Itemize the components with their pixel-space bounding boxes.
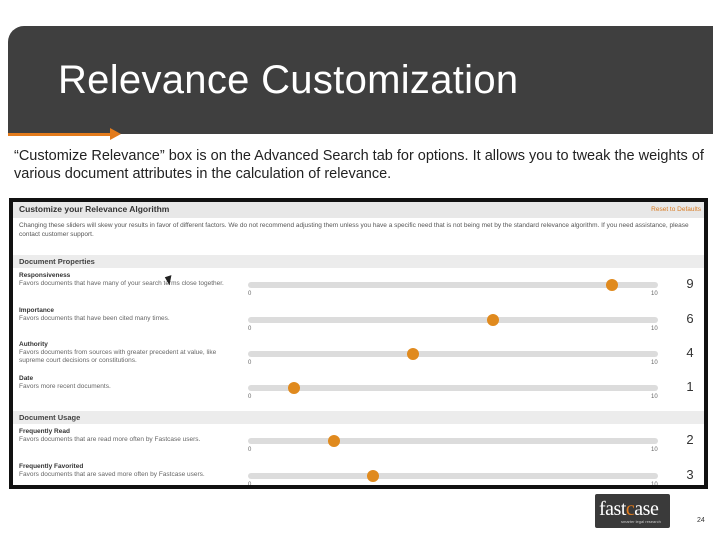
- slider-min-label: 0: [248, 394, 252, 400]
- slider-value: 2: [686, 432, 694, 447]
- slider-description: Favors documents that have been cited ma…: [19, 315, 170, 322]
- slider-label: Authority: [19, 341, 48, 348]
- slider-description: Favors documents that are read more ofte…: [19, 436, 201, 443]
- slider-handle[interactable]: [606, 279, 619, 291]
- section-header: Document Usage: [13, 411, 704, 424]
- slider-handle[interactable]: [407, 348, 420, 360]
- slider-description: Favors more recent documents.: [19, 383, 111, 390]
- slider-description: Favors documents that have many of your …: [19, 280, 224, 287]
- slider-max-label: 10: [651, 447, 658, 453]
- relevance-panel: Customize your Relevance Algorithm Reset…: [13, 202, 704, 485]
- logo-wordmark: fastcase: [599, 498, 659, 520]
- slider-min-label: 0: [248, 482, 252, 485]
- slider-track[interactable]: [248, 351, 658, 357]
- logo-tagline: smarter legal research: [621, 519, 661, 524]
- reset-link[interactable]: Reset to Defaults: [651, 206, 701, 213]
- slider-label: Responsiveness: [19, 272, 71, 279]
- slider-description: Favors documents from sources with great…: [19, 349, 217, 364]
- slider-max-label: 10: [651, 394, 658, 400]
- slider-description: Favors documents that are saved more oft…: [19, 471, 205, 478]
- section-header: Document Properties: [13, 255, 704, 268]
- slider-label: Frequently Read: [19, 428, 70, 435]
- panel-header: Customize your Relevance Algorithm Reset…: [13, 202, 704, 218]
- slider-max-label: 10: [651, 291, 658, 297]
- slider-label: Importance: [19, 307, 55, 314]
- slider-label: Frequently Favorited: [19, 463, 84, 470]
- section-title: Document Properties: [19, 257, 95, 266]
- slider-value: 1: [686, 379, 694, 394]
- slider-value: 3: [686, 467, 694, 482]
- panel-title: Customize your Relevance Algorithm: [19, 204, 170, 214]
- title-underline: [8, 133, 114, 136]
- slider-min-label: 0: [248, 447, 252, 453]
- slider-handle[interactable]: [367, 470, 380, 482]
- slider-track[interactable]: [248, 317, 658, 323]
- slider-value: 9: [686, 276, 694, 291]
- slider-handle[interactable]: [486, 314, 499, 326]
- slider-min-label: 0: [248, 360, 252, 366]
- slide-body-text: “Customize Relevance” box is on the Adva…: [14, 148, 704, 182]
- slider-handle[interactable]: [327, 435, 340, 447]
- fastcase-logo: fastcase smarter legal research: [595, 494, 670, 528]
- slider-max-label: 10: [651, 482, 658, 485]
- slider-track[interactable]: [248, 438, 658, 444]
- slider-value: 4: [686, 345, 694, 360]
- slider-track[interactable]: [248, 282, 658, 288]
- slider-max-label: 10: [651, 360, 658, 366]
- slider-value: 6: [686, 311, 694, 326]
- section-title: Document Usage: [19, 413, 81, 422]
- slider-min-label: 0: [248, 326, 252, 332]
- slider-track[interactable]: [248, 385, 658, 391]
- slider-min-label: 0: [248, 291, 252, 297]
- slider-label: Date: [19, 375, 34, 382]
- slider-handle[interactable]: [287, 382, 300, 394]
- slider-max-label: 10: [651, 326, 658, 332]
- slider-track[interactable]: [248, 473, 658, 479]
- arrow-icon: [110, 128, 121, 140]
- page-number: 24: [697, 517, 705, 524]
- slide-title: Relevance Customization: [58, 58, 519, 102]
- panel-description: Changing these sliders will skew your re…: [19, 222, 689, 238]
